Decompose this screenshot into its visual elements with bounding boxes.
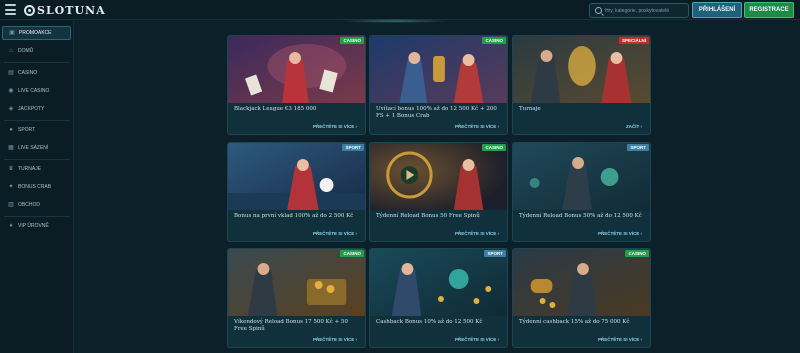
read-more-link[interactable]: PŘEČTĚTE SI VÍCE › — [598, 337, 642, 342]
read-more-link[interactable]: PŘEČTĚTE SI VÍCE › — [313, 337, 357, 342]
sidebar-divider — [4, 159, 70, 160]
read-more-link[interactable]: PŘEČTĚTE SI VÍCE › — [313, 231, 357, 236]
sidebar-item-label: CASINO — [18, 70, 38, 76]
live-icon: ◉ — [8, 88, 14, 94]
sidebar-item-sport[interactable]: ● SPORT — [2, 123, 71, 137]
read-more-link[interactable]: PŘEČTĚTE SI VÍCE › — [313, 124, 357, 129]
logo[interactable]: SLOTUNA — [24, 3, 106, 17]
category-badge: CASINO — [340, 250, 364, 257]
sidebar-item-live-sazeni[interactable]: ▦ LIVE SÁZENÍ — [2, 141, 71, 155]
logo-mark-icon — [24, 4, 35, 16]
logo-text: SLOTUNA — [37, 3, 106, 17]
sidebar-divider — [4, 120, 70, 121]
login-button[interactable]: PŘIHLÁŠENÍ — [692, 2, 742, 18]
gift-icon: ▣ — [9, 30, 15, 36]
promo-image — [370, 36, 507, 103]
category-badge: SPORT — [627, 144, 649, 151]
top-bar: SLOTUNA PŘIHLÁŠENÍ REGISTRACE — [0, 0, 800, 20]
promo-card[interactable]: CASINO Týdenní Reload Bonus 50 Free Spin… — [369, 142, 508, 242]
trophy-icon: ♛ — [8, 166, 14, 172]
sidebar-item-label: LIVE SÁZENÍ — [18, 145, 49, 151]
promo-title: Cashback Bonus 10% až do 12 500 Kč — [376, 319, 483, 325]
category-badge: CASINO — [482, 144, 506, 151]
sidebar-item-label: BONUS CRAB — [18, 184, 52, 190]
sidebar-item-promoakce[interactable]: ▣ PROMOAKCE — [2, 26, 71, 40]
live-bet-icon: ▦ — [8, 145, 14, 151]
sidebar-item-label: PROMOAKCE — [19, 30, 52, 36]
category-badge: CASINO — [625, 250, 649, 257]
shop-icon: ▥ — [8, 202, 14, 208]
category-badge: SPORT — [484, 250, 506, 257]
promo-image — [370, 249, 507, 316]
promo-title: Turnaje — [519, 106, 541, 112]
promo-image — [513, 249, 650, 316]
sidebar-item-live-casino[interactable]: ◉ LIVE CASINO — [2, 84, 71, 98]
promo-image — [228, 36, 365, 103]
promo-card[interactable]: SPECIÁLNÍ Turnaje ZAČÍT › — [512, 35, 651, 135]
sidebar-item-label: LIVE CASINO — [18, 88, 50, 94]
sidebar-item-label: OBCHOD — [18, 202, 40, 208]
sidebar-item-casino[interactable]: ▤ CASINO — [2, 66, 71, 80]
search-input[interactable] — [604, 7, 688, 14]
read-more-link[interactable]: PŘEČTĚTE SI VÍCE › — [455, 124, 499, 129]
sidebar: ▣ PROMOAKCE ⌂ DOMŮ ▤ CASINO ◉ LIVE CASIN… — [0, 21, 74, 353]
sidebar-item-label: DOMŮ — [18, 48, 34, 54]
read-more-link[interactable]: ZAČÍT › — [626, 124, 642, 129]
promo-image — [370, 143, 507, 210]
sidebar-item-label: VIP ÚROVNĚ — [18, 223, 49, 229]
vip-icon: ♦ — [9, 223, 13, 229]
promo-card[interactable]: SPORT Bonus na první vklad 100% až do 2 … — [227, 142, 366, 242]
sidebar-item-turnaje[interactable]: ♛ TURNAJE — [2, 162, 71, 176]
slot-icon: ▤ — [8, 70, 14, 76]
search-box[interactable] — [589, 3, 689, 18]
crab-icon: ✦ — [8, 184, 14, 190]
promo-title: Týdenní cashback 15% až do 75 000 Kč — [519, 319, 630, 325]
promo-image — [228, 143, 365, 210]
promo-card[interactable]: CASINO Uvítací bonus 100% až do 12 500 K… — [369, 35, 508, 135]
promo-card[interactable]: SPORT Týdenní Reload Bonus 50% až do 12 … — [512, 142, 651, 242]
ball-icon: ● — [9, 127, 13, 133]
category-badge: SPORT — [342, 144, 364, 151]
category-badge: CASINO — [340, 37, 364, 44]
promo-card[interactable]: CASINO Blackjack League €3 185 000 PŘEČT… — [227, 35, 366, 135]
jackpot-icon: ◈ — [8, 106, 14, 112]
category-badge: SPECIÁLNÍ — [618, 37, 649, 44]
header-glow — [340, 19, 450, 23]
sidebar-item-label: TURNAJE — [18, 166, 42, 172]
promo-title: Bonus na první vklad 100% až do 2 500 Kč — [234, 213, 354, 219]
home-icon: ⌂ — [9, 48, 13, 54]
promo-image — [228, 249, 365, 316]
sidebar-item-label: SPORT — [18, 127, 36, 133]
register-button[interactable]: REGISTRACE — [744, 2, 794, 18]
promo-title: Víkendový Reload Bonus 17 500 Kč + 50 Fr… — [234, 319, 348, 332]
read-more-link[interactable]: PŘEČTĚTE SI VÍCE › — [455, 231, 499, 236]
sidebar-divider — [4, 62, 70, 63]
promo-card[interactable]: SPORT Cashback Bonus 10% až do 12 500 Kč… — [369, 248, 508, 348]
promo-image — [513, 36, 650, 103]
sidebar-item-obchod[interactable]: ▥ OBCHOD — [2, 198, 71, 212]
sidebar-item-label: JACKPOTY — [18, 106, 45, 112]
promo-title: Uvítací bonus 100% až do 12 500 Kč + 200… — [376, 106, 497, 119]
sidebar-divider — [4, 216, 70, 217]
read-more-link[interactable]: PŘEČTĚTE SI VÍCE › — [455, 337, 499, 342]
sidebar-item-vip-urovne[interactable]: ♦ VIP ÚROVNĚ — [2, 219, 71, 233]
category-badge: CASINO — [482, 37, 506, 44]
sidebar-item-domu[interactable]: ⌂ DOMŮ — [2, 44, 71, 58]
promo-image — [513, 143, 650, 210]
menu-icon[interactable] — [5, 4, 16, 15]
promo-title: Blackjack League €3 185 000 — [234, 106, 317, 112]
promo-title: Týdenní Reload Bonus 50% až do 12 500 Kč — [519, 213, 642, 219]
sidebar-item-jackpoty[interactable]: ◈ JACKPOTY — [2, 102, 71, 116]
promo-card[interactable]: CASINO Víkendový Reload Bonus 17 500 Kč … — [227, 248, 366, 348]
promo-title: Týdenní Reload Bonus 50 Free Spinů — [376, 213, 480, 219]
read-more-link[interactable]: PŘEČTĚTE SI VÍCE › — [598, 231, 642, 236]
promo-card[interactable]: CASINO Týdenní cashback 15% až do 75 000… — [512, 248, 651, 348]
sidebar-item-bonus-crab[interactable]: ✦ BONUS CRAB — [2, 180, 71, 194]
search-icon — [595, 7, 602, 14]
